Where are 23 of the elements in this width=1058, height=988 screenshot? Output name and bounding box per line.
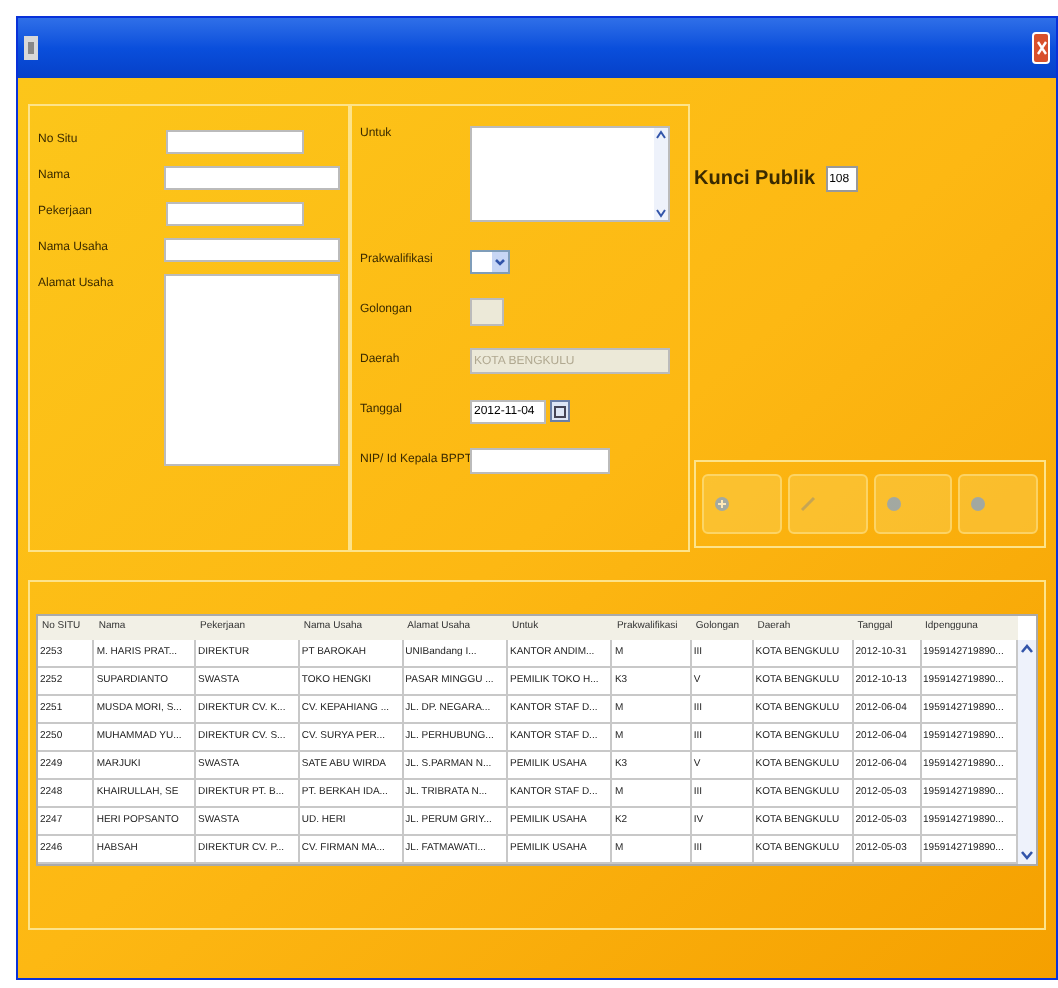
dropdown[interactable]: [470, 249, 510, 273]
scroll-down-icon[interactable]: [654, 206, 668, 220]
input-field[interactable]: [166, 130, 304, 154]
scrollbar[interactable]: [1018, 640, 1036, 864]
circle-icon: [970, 496, 987, 512]
calendar-button[interactable]: [550, 400, 570, 422]
scroll-down-icon[interactable]: [1018, 846, 1036, 864]
scroll-up-icon[interactable]: [654, 128, 668, 142]
scrollbar[interactable]: [654, 128, 668, 220]
close-icon: [1035, 40, 1047, 56]
text-area[interactable]: [164, 274, 340, 466]
plus-icon: [714, 496, 730, 512]
input-field[interactable]: [164, 238, 340, 262]
input-field[interactable]: [164, 166, 340, 190]
close-button[interactable]: [1032, 32, 1050, 64]
app-icon: [24, 36, 38, 60]
kunci-publik-label: Kunci Publik: [694, 166, 816, 194]
calendar-icon: [554, 405, 566, 417]
pencil-icon: [799, 496, 816, 512]
input-field[interactable]: [470, 448, 610, 474]
input-field[interactable]: [166, 202, 304, 226]
circle-icon: [885, 496, 901, 512]
scroll-up-icon[interactable]: [1018, 640, 1036, 658]
